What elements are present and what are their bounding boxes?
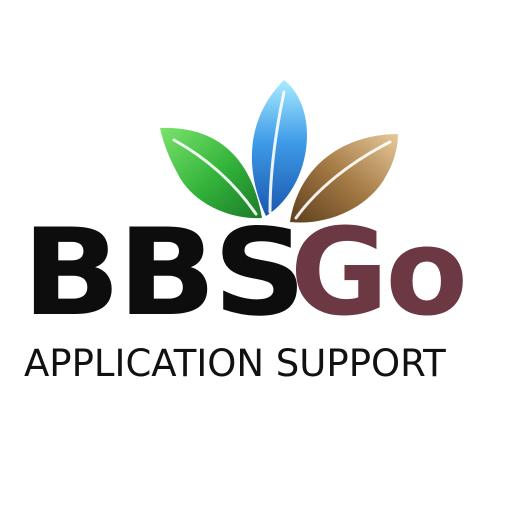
logo-wordmark: BBS Go [22, 214, 468, 334]
wordmark-bbs: BBS [22, 204, 306, 343]
wordmark-go: Go [290, 204, 468, 343]
logo-tagline: APPLICATION SUPPORT [24, 342, 446, 385]
logo-canvas: BBS Go APPLICATION SUPPORT [0, 0, 512, 512]
